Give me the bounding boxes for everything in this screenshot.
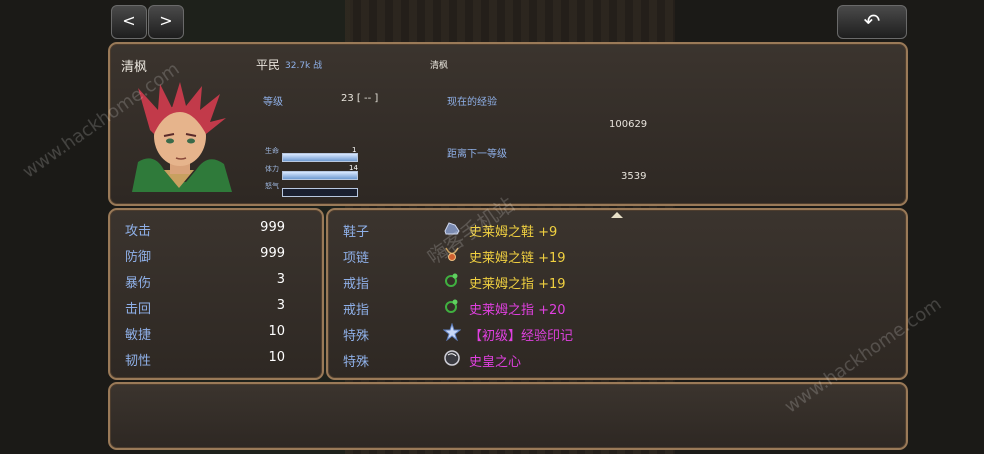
character-portrait [132, 82, 232, 192]
next-level-value: 3539 [621, 171, 647, 182]
stat-name: 攻击 [125, 224, 152, 239]
stat-value: 3 [276, 298, 285, 313]
stat-value: 999 [260, 220, 285, 235]
stat-value: 10 [268, 350, 285, 365]
equipment-item-name: 【初级】经验印记 [469, 329, 574, 344]
stat-name: 暴伤 [125, 276, 152, 291]
next-character-button[interactable]: > [148, 5, 184, 39]
equipment-row[interactable]: 戒指 史莱姆之指 +20 [343, 297, 673, 319]
character-name: 清枫 [121, 60, 148, 75]
rage-bar-label: 怒气 [265, 182, 279, 190]
stamina-bar-label: 体力 [265, 165, 279, 173]
stat-name: 防御 [125, 250, 152, 265]
boots-icon [443, 219, 461, 237]
equipment-row[interactable]: 鞋子 史莱姆之鞋 +9 [343, 219, 673, 241]
equipment-item-name: 史莱姆之链 +19 [469, 251, 566, 266]
stamina-bar [282, 171, 358, 180]
equipment-row[interactable]: 项链 史莱姆之链 +19 [343, 245, 673, 267]
rage-bar [282, 188, 358, 197]
exp-label: 现在的经验 [447, 97, 497, 108]
stat-row: 防御 999 [125, 246, 285, 266]
equipment-row[interactable]: 特殊 【初级】经验印记 [343, 322, 673, 345]
star-icon [442, 322, 462, 342]
prev-character-button[interactable]: < [111, 5, 147, 39]
hp-bar-label: 生命 [265, 147, 279, 155]
stat-name: 韧性 [125, 354, 152, 369]
hp-bar [282, 153, 358, 162]
orb-icon [443, 349, 461, 367]
ring-icon [443, 271, 461, 289]
equipment-item-name: 史莱姆之指 +20 [469, 303, 566, 318]
stat-row: 韧性 10 [125, 350, 285, 370]
level-value: 23 [ -- ] [341, 93, 379, 104]
equipment-slot-label: 特殊 [343, 355, 370, 370]
exp-value: 100629 [609, 119, 648, 130]
equipment-slot-label: 项链 [343, 251, 370, 266]
equipment-item-name: 史莱姆之鞋 +9 [469, 225, 558, 240]
scroll-up-icon[interactable] [611, 212, 623, 218]
equipment-row[interactable]: 戒指 史莱姆之指 +19 [343, 271, 673, 293]
equipment-item-name: 史皇之心 [469, 355, 522, 370]
stat-value: 3 [276, 272, 285, 287]
character-rank: 平民 [256, 58, 281, 72]
next-level-label: 距离下一等级 [447, 149, 507, 160]
equipment-item-name: 史莱姆之指 +19 [469, 277, 566, 292]
stat-row: 暴伤 3 [125, 272, 285, 292]
equipment-slot-label: 戒指 [343, 303, 370, 318]
combat-power: 32.7k 战 [285, 61, 323, 71]
stat-row: 攻击 999 [125, 220, 285, 240]
stat-value: 10 [268, 324, 285, 339]
level-label: 等级 [263, 97, 283, 108]
back-button[interactable]: ↶ [837, 5, 907, 39]
stat-row: 击回 3 [125, 298, 285, 318]
stat-value: 999 [260, 246, 285, 261]
character-title-name: 清枫 [430, 61, 449, 71]
stat-name: 敏捷 [125, 328, 152, 343]
equipment-slot-label: 鞋子 [343, 225, 370, 240]
necklace-icon [443, 245, 461, 263]
description-panel [108, 382, 908, 450]
ring-icon [443, 297, 461, 315]
stat-name: 击回 [125, 302, 152, 317]
equipment-slot-label: 特殊 [343, 329, 370, 344]
stat-row: 敏捷 10 [125, 324, 285, 344]
equipment-row[interactable]: 特殊 史皇之心 [343, 349, 673, 371]
equipment-slot-label: 戒指 [343, 277, 370, 292]
